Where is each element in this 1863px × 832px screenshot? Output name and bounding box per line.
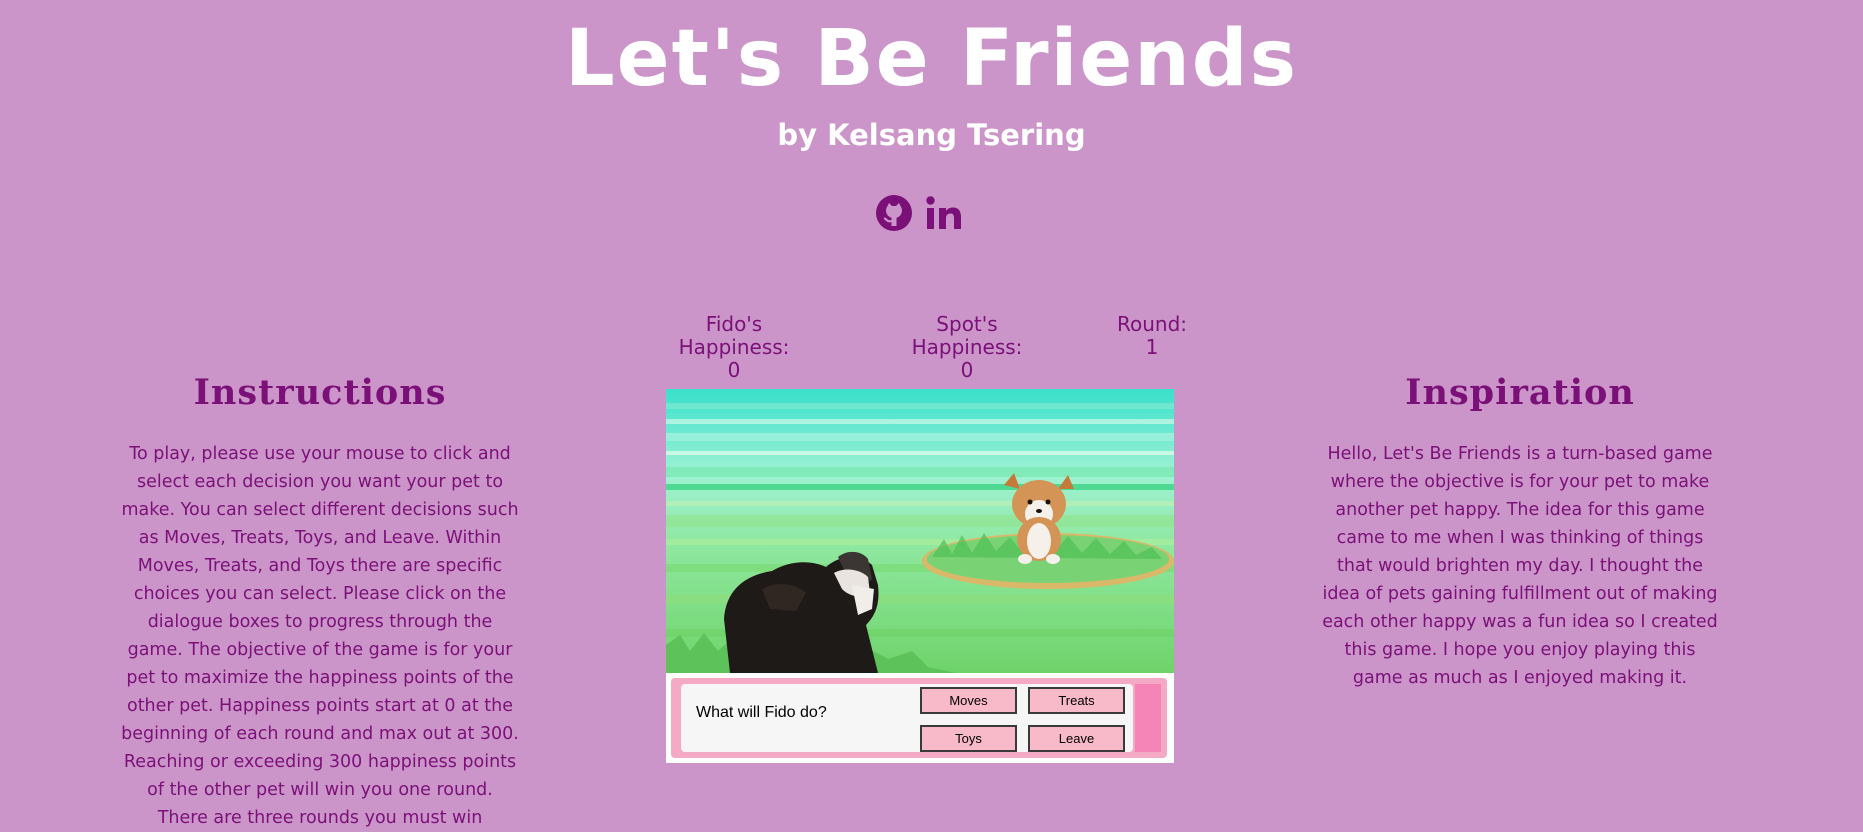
author-byline: by Kelsang Tsering: [777, 118, 1086, 152]
treats-button[interactable]: Treats: [1028, 687, 1125, 714]
spot-happiness-label: Spot's Happiness:: [911, 312, 1023, 359]
spot-happiness: Spot's Happiness: 0: [880, 312, 1054, 382]
instructions-title: Instructions: [193, 372, 447, 413]
fido-happiness-label: Fido's Happiness:: [678, 312, 790, 359]
dialogue-box: What will Fido do? Moves Treats Toys Lea…: [666, 673, 1174, 763]
leave-button[interactable]: Leave: [1028, 725, 1125, 752]
round-label: Round:: [1116, 312, 1188, 336]
spot-happiness-value: 0: [960, 358, 974, 382]
toys-button[interactable]: Toys: [920, 725, 1017, 752]
dialogue-frame: What will Fido do? Moves Treats Toys Lea…: [671, 678, 1167, 758]
instructions-text: To play, please use your mouse to click …: [121, 444, 519, 828]
page-title: Let's Be Friends: [564, 14, 1299, 104]
fido-happiness: Fido's Happiness: 0: [648, 312, 820, 382]
game-window: What will Fido do? Moves Treats Toys Lea…: [666, 389, 1174, 763]
fido-happiness-value: 0: [727, 358, 741, 382]
round-counter: Round: 1: [1112, 313, 1192, 363]
inspiration-title: Inspiration: [1405, 372, 1635, 413]
inspiration-text: Hello, Let's Be Friends is a turn-based …: [1322, 444, 1718, 688]
social-links: [870, 193, 970, 237]
battle-scene: [666, 389, 1174, 673]
round-value: 1: [1145, 335, 1159, 359]
dialogue-prompt: What will Fido do?: [696, 704, 827, 721]
moves-button[interactable]: Moves: [920, 687, 1017, 714]
github-icon[interactable]: [874, 193, 914, 233]
linkedin-icon[interactable]: [925, 193, 965, 233]
decorative-strip: [1135, 684, 1161, 752]
